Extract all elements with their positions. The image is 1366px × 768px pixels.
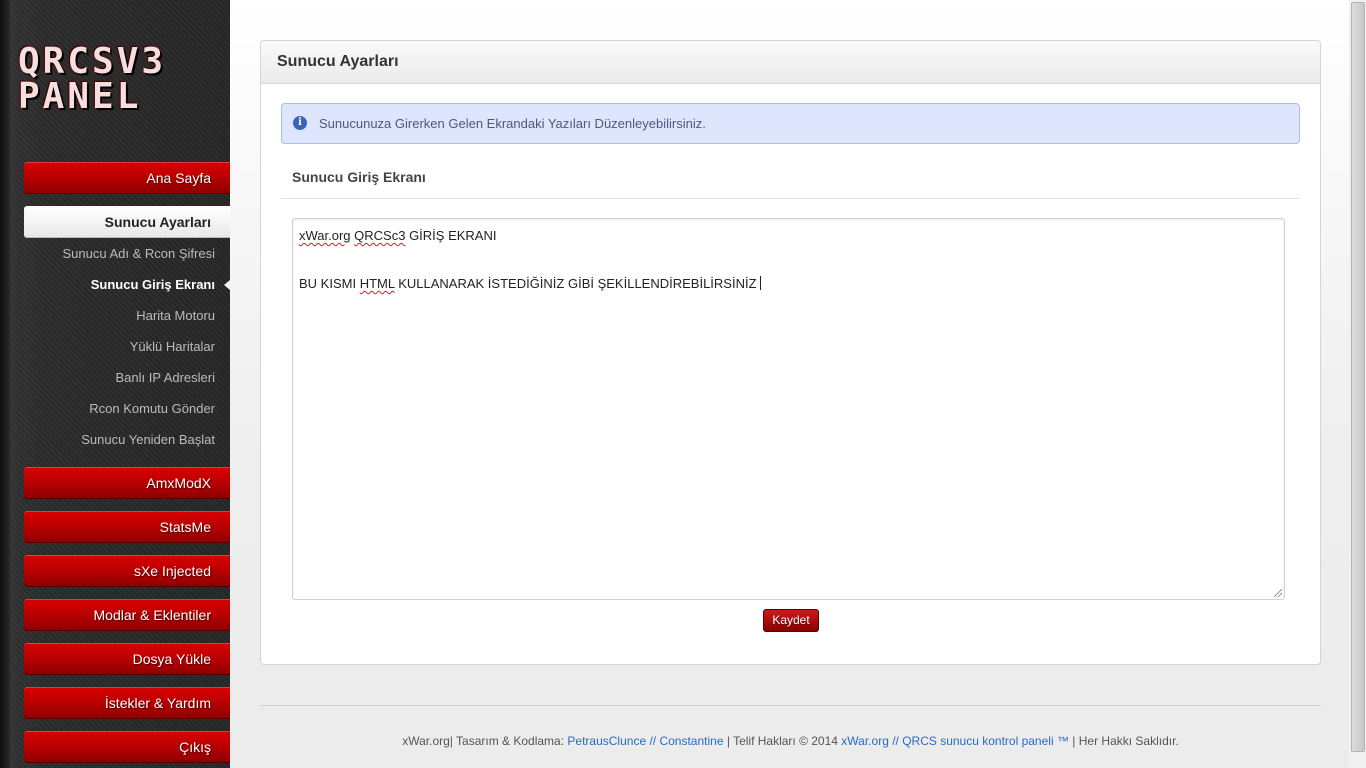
save-button[interactable]: Kaydet (763, 609, 819, 632)
footer-site-link[interactable]: xWar.org // QRCS sunucu kontrol paneli ™ (841, 734, 1069, 748)
nav-ana-sayfa[interactable]: Ana Sayfa (24, 162, 230, 194)
footer-middle: | Telif Hakları © 2014 (723, 734, 842, 748)
subnav-banli-ip[interactable]: Banlı IP Adresleri (116, 370, 215, 386)
editor-line-1: xWar.org QRCSc3 GİRİŞ EKRANI (299, 228, 1278, 244)
nav-cikis[interactable]: Çıkış (24, 731, 230, 763)
spell-word: QRCSc3 (354, 228, 406, 243)
editor-line-2: BU KISMI HTML KULLANARAK İSTEDİĞİNİZ GİB… (299, 276, 1278, 292)
welcome-screen-editor[interactable]: xWar.org QRCSc3 GİRİŞ EKRANI BU KISMI HT… (292, 218, 1285, 600)
panel-title: Sunucu Ayarları (261, 41, 1320, 84)
nav-modlar-eklentiler[interactable]: Modlar & Eklentiler (24, 599, 230, 631)
logo-line-1: QRCSV3 (18, 41, 167, 82)
subnav-yeniden-baslat[interactable]: Sunucu Yeniden Başlat (81, 432, 215, 448)
section-divider (281, 198, 1300, 199)
section-title: Sunucu Giriş Ekranı (292, 169, 426, 185)
footer-divider (260, 705, 1321, 706)
subnav-harita-motoru[interactable]: Harita Motoru (136, 308, 215, 324)
sidebar: QRCSV3 PANEL Ana Sayfa Sunucu Ayarları S… (0, 0, 231, 768)
resize-grip-icon[interactable] (1274, 589, 1282, 597)
nav-sunucu-ayarlari[interactable]: Sunucu Ayarları (24, 206, 230, 238)
subnav-rcon-komutu[interactable]: Rcon Komutu Gönder (89, 401, 215, 417)
footer-prefix: xWar.org| Tasarım & Kodlama: (402, 734, 568, 748)
page-scrollbar[interactable] (1349, 0, 1366, 768)
editor-text: BU KISMI (299, 276, 360, 291)
info-icon: i (293, 116, 307, 130)
info-alert: i Sunucunuza Girerken Gelen Ekrandaki Ya… (281, 103, 1300, 144)
footer-suffix: | Her Hakkı Saklıdır. (1068, 734, 1179, 748)
text-caret (759, 276, 761, 290)
info-alert-text: Sunucunuza Girerken Gelen Ekrandaki Yazı… (319, 116, 706, 131)
nav-amxmodx[interactable]: AmxModX (24, 467, 230, 499)
nav-statsme[interactable]: StatsMe (24, 511, 230, 543)
subnav-sunucu-adi-rcon[interactable]: Sunucu Adı & Rcon Şifresi (63, 246, 215, 262)
editor-text: GİRİŞ EKRANI (405, 228, 497, 243)
footer: xWar.org| Tasarım & Kodlama: PetrausClun… (260, 734, 1321, 748)
footer-author-link[interactable]: PetrausClunce // Constantine (567, 734, 723, 748)
logo-line-2: PANEL (18, 76, 142, 117)
editor-text: KULLANARAK İSTEDİĞİNİZ GİBİ ŞEKİLLENDİRE… (394, 276, 757, 291)
nav-istekler-yardim[interactable]: İstekler & Yardım (24, 687, 230, 719)
subnav-sunucu-giris-ekrani[interactable]: Sunucu Giriş Ekranı (91, 277, 231, 293)
settings-panel: Sunucu Ayarları i Sunucunuza Girerken Ge… (260, 40, 1321, 665)
scrollbar-thumb[interactable] (1351, 2, 1365, 752)
spell-word: HTML (359, 276, 395, 291)
logo: QRCSV3 PANEL (18, 41, 218, 117)
nav-sxe-injected[interactable]: sXe Injected (24, 555, 230, 587)
spell-word: xWar.org (299, 228, 351, 243)
subnav-yuklu-haritalar[interactable]: Yüklü Haritalar (130, 339, 215, 355)
nav-dosya-yukle[interactable]: Dosya Yükle (24, 643, 230, 675)
